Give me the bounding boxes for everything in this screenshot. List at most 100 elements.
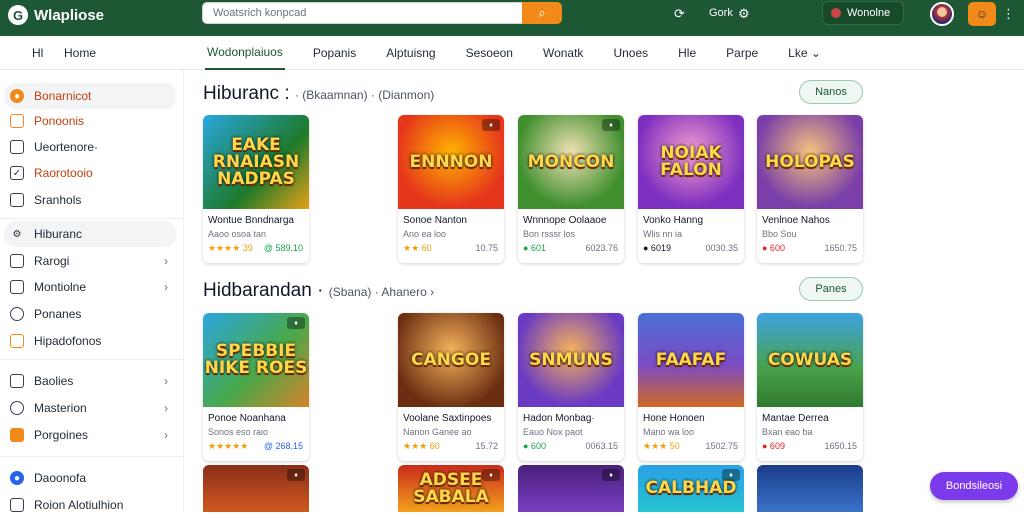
tab-6[interactable]: Hle <box>676 36 698 70</box>
tab-more[interactable]: Lke ⌄ <box>786 36 823 70</box>
game-meta: Nanon Ganee ao <box>403 427 472 437</box>
sidebar-item-label: Ponanes <box>34 307 82 321</box>
sidebar-item-4[interactable]: Sranhols <box>4 187 176 213</box>
sidebar-item-0[interactable]: ● Bonarnicot <box>4 83 176 109</box>
sidebar-item-10[interactable]: Baolies › <box>4 368 176 394</box>
sidebar: ● Bonarnicot Ponoonis Ueortenore· ✓ Raor… <box>0 70 184 512</box>
top-bar: G Wlapliose Woatsrich konpcad ⌕ ⟳ Gork ⚙… <box>0 0 1024 36</box>
game-thumbnail: HOLOPAS <box>757 115 863 209</box>
game-stat: 10.75 <box>475 243 498 253</box>
game-stat: 0063.15 <box>585 441 618 451</box>
game-card[interactable]: ♦ <box>203 465 309 512</box>
game-art-title: MONCON <box>527 151 615 172</box>
search-input[interactable]: Woatsrich konpcad <box>202 2 524 24</box>
sidebar-item-13[interactable]: ● Daoonofa <box>4 465 176 491</box>
sidebar-item-3[interactable]: ✓ Raorotooio <box>4 160 176 186</box>
game-card[interactable]: SNMUNS Hadon Monbag· Eauo Nox paot ● 600… <box>518 313 624 461</box>
game-name: Hone Honoen <box>643 413 705 424</box>
square-icon <box>10 193 24 207</box>
game-name: Hadon Monbag· <box>523 413 595 424</box>
game-art-title: SNMUNS <box>529 349 613 370</box>
floating-action-button[interactable]: Bondsileosi <box>930 472 1018 500</box>
sidebar-item-9[interactable]: Hipadofonos <box>4 328 176 354</box>
game-avatar-icon[interactable]: ☺ <box>968 2 996 26</box>
badge-icon: ♦ <box>482 119 500 131</box>
app-logo[interactable]: G Wlapliose <box>8 5 104 25</box>
game-card[interactable]: NOIAK FALON Vonko Hanng Wlis nn ia ● 601… <box>638 115 744 263</box>
game-card[interactable]: FAAFAF Hone Honoen Mano wa loo ★★★ 50 15… <box>638 313 744 461</box>
sidebar-item-12[interactable]: Porgoines › <box>4 422 176 448</box>
game-card[interactable]: CANGOE Voolane Saxtinpoes Nanon Ganee ao… <box>398 313 504 461</box>
sidebar-item-1[interactable]: Ponoonis <box>4 108 176 134</box>
sidebar-item-label: Masterion <box>34 401 87 415</box>
game-card[interactable]: ♦ <box>518 465 624 512</box>
nav-home[interactable]: Home <box>64 46 96 60</box>
tab-3[interactable]: Sesoeon <box>464 36 515 70</box>
game-art-title: COWUAS <box>767 349 853 370</box>
menu-dots-icon[interactable]: ⋮ <box>1002 6 1015 22</box>
profile-button[interactable]: Wonolne <box>822 1 904 25</box>
tab-0[interactable]: Wodonplaiuos <box>205 36 285 70</box>
game-meta: Mano wa loo <box>643 427 695 437</box>
view-all-button[interactable]: Panes <box>799 277 863 301</box>
tab-5[interactable]: Unoes <box>611 36 650 70</box>
divider <box>0 218 184 219</box>
chevron-right-icon: › <box>164 428 168 442</box>
game-card[interactable]: ♦ ENNNON Sonoe Nanton Ano ea loo ★★ 60 1… <box>398 115 504 263</box>
game-card[interactable]: ♦ MONCON Wnnnope Oolaaoe Bon rsssr los ●… <box>518 115 624 263</box>
profile-icon <box>831 8 841 18</box>
game-rating: ★★★★ 39 <box>208 243 253 253</box>
game-card[interactable] <box>757 465 863 512</box>
avatar[interactable] <box>930 2 954 26</box>
game-meta: Aaoo osoa tan <box>208 229 267 239</box>
sidebar-item-6[interactable]: Rarogi › <box>4 248 176 274</box>
game-card[interactable]: ♦ CALBHAD <box>638 465 744 512</box>
search-icon: ⌕ <box>538 5 546 20</box>
game-name: Wnnnope Oolaaoe <box>523 215 607 226</box>
tab-2[interactable]: Alptuisng <box>384 36 437 70</box>
section-subtitle[interactable]: · (Bkaamnan) · (Dianmon) <box>295 88 434 102</box>
game-card[interactable]: EAKE RNAIASN NADPAS Wontue Bnndnarga Aao… <box>203 115 309 263</box>
document-icon <box>10 140 24 154</box>
sidebar-item-5[interactable]: ⚙ Hiburanc <box>4 221 176 247</box>
user-label[interactable]: Gork <box>709 7 733 19</box>
game-card[interactable]: ♦ SPEBBIE NIKE ROES Ponoe Noanhana Sonos… <box>203 313 309 461</box>
game-card[interactable]: ♦ ADSEE SABALA <box>398 465 504 512</box>
sidebar-item-label: Sranhols <box>34 193 82 207</box>
game-thumbnail: SNMUNS <box>518 313 624 407</box>
sidebar-item-label: Baolies <box>34 374 74 388</box>
game-art-title: NOIAK FALON <box>660 143 722 180</box>
game-thumbnail: EAKE RNAIASN NADPAS <box>203 115 309 209</box>
sidebar-item-8[interactable]: Ponanes <box>4 301 176 327</box>
tab-7[interactable]: Parpe <box>724 36 760 70</box>
game-name: Venlnoe Nahos <box>762 215 830 226</box>
settings-icon[interactable]: ⚙ <box>738 6 750 22</box>
game-card[interactable]: HOLOPAS Venlnoe Nahos Bbo Sou ● 600 1650… <box>757 115 863 263</box>
game-stat: 0030.35 <box>705 243 738 253</box>
search-button[interactable]: ⌕ <box>522 2 562 24</box>
game-art-title: HOLOPAS <box>765 151 855 172</box>
game-thumbnail: COWUAS <box>757 313 863 407</box>
game-meta: Eauo Nox paot <box>523 427 583 437</box>
refresh-icon[interactable]: ⟳ <box>674 6 685 22</box>
game-name: Sonoe Nanton <box>403 215 467 226</box>
sidebar-item-14[interactable]: Roion Alotiulhion <box>4 492 176 518</box>
sidebar-item-2[interactable]: Ueortenore· <box>4 134 176 160</box>
view-all-button[interactable]: Nanos <box>799 80 863 104</box>
nav-toggle[interactable]: Hl <box>32 46 43 60</box>
chevron-right-icon: › <box>164 374 168 388</box>
tab-1[interactable]: Popanis <box>311 36 358 70</box>
sidebar-item-7[interactable]: Montiolne › <box>4 274 176 300</box>
section-subtitle[interactable]: (Sbana) · Ahanero › <box>329 285 434 299</box>
tab-4[interactable]: Wonatk <box>541 36 585 70</box>
sidebar-item-label: Raorotooio <box>34 166 93 180</box>
game-art-title: FAAFAF <box>655 349 727 370</box>
badge-icon: ♦ <box>602 469 620 481</box>
game-card[interactable]: COWUAS Mantae Derrea Bxan eao ba ● 609 1… <box>757 313 863 461</box>
sidebar-item-11[interactable]: Masterion › <box>4 395 176 421</box>
game-rating: ● 600 <box>762 243 785 253</box>
game-thumbnail: ♦ MONCON <box>518 115 624 209</box>
gift-icon <box>10 428 24 442</box>
sidebar-item-label: Porgoines <box>34 428 89 442</box>
grid-icon <box>10 114 24 128</box>
